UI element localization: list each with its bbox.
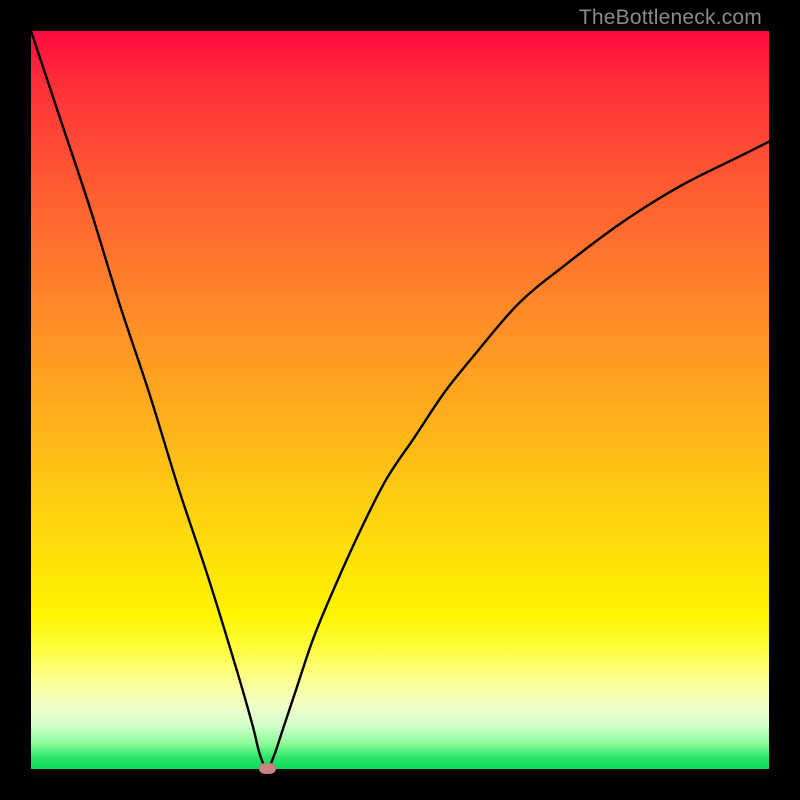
bottleneck-curve	[31, 31, 769, 769]
plot-area	[31, 31, 769, 769]
watermark-text: TheBottleneck.com	[579, 6, 762, 30]
chart-frame: TheBottleneck.com	[0, 0, 800, 800]
minimum-marker	[259, 763, 276, 774]
